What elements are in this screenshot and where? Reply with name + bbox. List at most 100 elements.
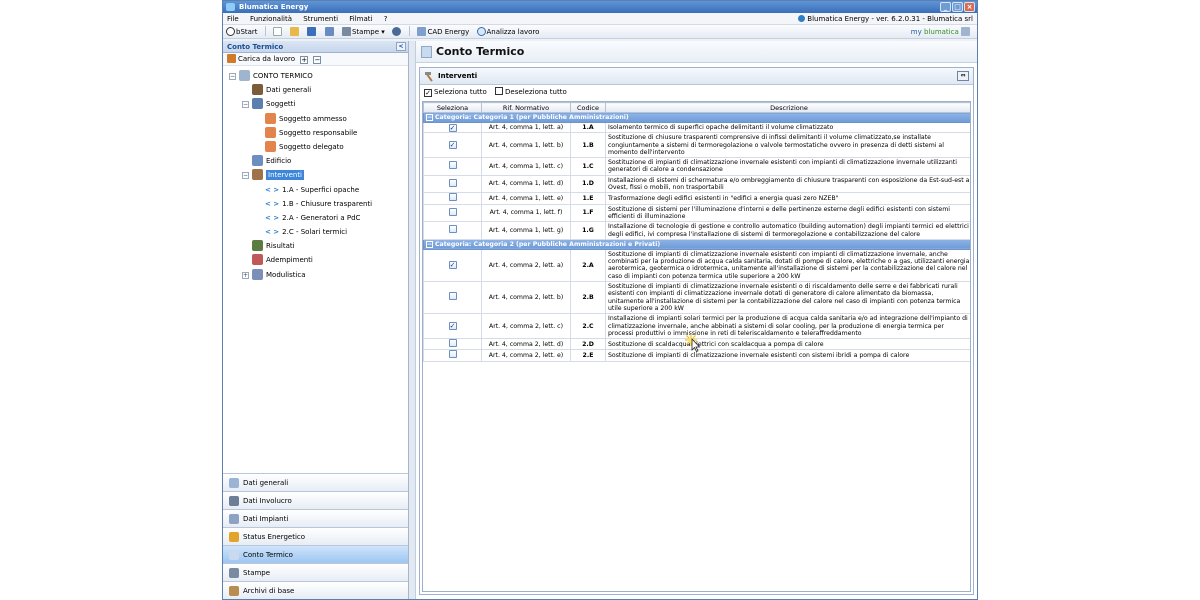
deselect-all-button[interactable]: Deseleziona tutto bbox=[495, 85, 567, 99]
tree-node-soggetti[interactable]: − Soggetti bbox=[223, 97, 408, 111]
tree-node-soggetto-responsabile[interactable]: Soggetto responsabile bbox=[223, 126, 408, 140]
tree-node-1-b-chiusure-trasparenti[interactable]: < >1.B - Chiusure trasparenti bbox=[223, 197, 408, 211]
tree-node-label: Adempimenti bbox=[266, 256, 313, 265]
nav-dati-involucro[interactable]: Dati Involucro bbox=[223, 491, 408, 509]
nav-status-energetico[interactable]: Status Energetico bbox=[223, 527, 408, 545]
analizza-lavoro-button[interactable]: Analizza lavoro bbox=[476, 25, 539, 39]
category-cell: − Categoria: Categoria 2 (per Pubbliche A… bbox=[423, 238, 970, 250]
tree-node-soggetto-delegato[interactable]: Soggetto delegato bbox=[223, 140, 408, 154]
column-header-seleziona[interactable]: Seleziona bbox=[423, 102, 482, 113]
intervento-row[interactable]: Art. 4, comma 2, lett. d) 2.D Sostituzione… bbox=[423, 338, 970, 351]
select-checkbox[interactable] bbox=[448, 161, 457, 170]
cad-icon bbox=[417, 27, 427, 36]
menu-funzionalita[interactable]: Funzionalità bbox=[250, 13, 292, 25]
tree-node-edificio[interactable]: Edificio bbox=[223, 154, 408, 168]
cad-energy-button[interactable]: CAD Energy bbox=[417, 25, 469, 39]
hammer-icon bbox=[252, 169, 263, 181]
collapse-panel-button[interactable]: < bbox=[396, 42, 406, 51]
column-header-codice[interactable]: Codice bbox=[570, 102, 606, 113]
select-checkbox[interactable]: ✓ bbox=[448, 322, 457, 331]
myblumatica-link[interactable]: my blumatica bbox=[911, 25, 971, 39]
category-row[interactable]: − Categoria: Categoria 1 (per Pubbliche A… bbox=[423, 112, 970, 123]
archive-icon bbox=[229, 586, 239, 596]
select-checkbox[interactable] bbox=[448, 193, 457, 202]
menu-help[interactable]: ? bbox=[384, 13, 388, 25]
descrizione-cell: Sostituzione di impianti di climatizzazi… bbox=[605, 248, 970, 283]
select-cell bbox=[423, 157, 482, 176]
maximize-button[interactable]: □ bbox=[952, 2, 963, 12]
select-checkbox[interactable]: ✓ bbox=[448, 123, 457, 132]
bstart-button[interactable]: bStart bbox=[226, 25, 258, 39]
menu-file[interactable]: File bbox=[227, 13, 239, 25]
intervento-row[interactable]: Art. 4, comma 1, lett. g) 1.G Installazion… bbox=[423, 221, 970, 240]
intervento-row[interactable]: Art. 4, comma 1, lett. e) 1.E Trasformazio… bbox=[423, 192, 970, 205]
intervento-row[interactable]: ✓ Art. 4, comma 1, lett. a) 1.A Isolamento … bbox=[423, 121, 970, 134]
nav-label: Conto Termico bbox=[243, 551, 293, 559]
intervento-row[interactable]: ✓ Art. 4, comma 2, lett. a) 2.A Sostituzion… bbox=[423, 248, 970, 283]
app-title: Blumatica Energy bbox=[239, 3, 309, 11]
tree-node-label: Soggetti bbox=[266, 100, 296, 109]
select-checkbox[interactable] bbox=[448, 339, 457, 348]
open-button[interactable] bbox=[290, 25, 300, 39]
column-header-descrizione[interactable]: Descrizione bbox=[605, 102, 970, 113]
intervento-row[interactable]: ✓ Art. 4, comma 1, lett. b) 1.B Sostituzion… bbox=[423, 132, 970, 159]
selection-toolbar: ✓ Seleziona tutto Deseleziona tutto bbox=[420, 85, 973, 99]
close-button[interactable]: × bbox=[964, 2, 975, 12]
rif-normativo-cell: Art. 4, comma 2, lett. b) bbox=[481, 281, 571, 315]
tree-node-2-a-generatori-a-pdc[interactable]: < >2.A - Generatori a PdC bbox=[223, 211, 408, 225]
stampe-button[interactable]: Stampe ▾ bbox=[341, 25, 385, 39]
select-checkbox[interactable] bbox=[448, 225, 457, 234]
folder-icon bbox=[290, 27, 300, 36]
new-button[interactable] bbox=[273, 25, 283, 39]
tree-node-2-c-solari-termici[interactable]: < >2.C - Solari termici bbox=[223, 225, 408, 239]
select-checkbox[interactable]: ✓ bbox=[448, 141, 457, 150]
column-header-rif-normativo[interactable]: Rif. Normativo bbox=[481, 102, 571, 113]
save-as-button[interactable] bbox=[324, 25, 335, 39]
select-checkbox[interactable] bbox=[448, 207, 457, 216]
settings-button[interactable] bbox=[391, 25, 402, 39]
select-all-button[interactable]: ✓ Seleziona tutto bbox=[424, 85, 487, 99]
tree-node-adempimenti[interactable]: Adempimenti bbox=[223, 253, 408, 267]
save-button[interactable] bbox=[307, 25, 317, 39]
tree-node-1-a-superfici-opache[interactable]: < >1.A - Superfici opache bbox=[223, 183, 408, 197]
category-row[interactable]: − Categoria: Categoria 2 (per Pubbliche A… bbox=[423, 238, 970, 250]
collapse-toggle-icon[interactable]: − bbox=[242, 101, 249, 109]
select-checkbox[interactable]: ✓ bbox=[448, 261, 457, 270]
intervento-row[interactable]: Art. 4, comma 1, lett. c) 1.C Sostituzione… bbox=[423, 157, 970, 176]
collapse-group-icon[interactable]: − bbox=[426, 240, 433, 248]
select-checkbox[interactable] bbox=[448, 178, 457, 187]
intervento-row[interactable]: ✓ Art. 4, comma 2, lett. c) 2.C Installazio… bbox=[423, 313, 970, 340]
carica-da-lavoro-button[interactable]: Carica da lavoro bbox=[238, 55, 295, 63]
tree-node-modulistica[interactable]: + Modulistica bbox=[223, 268, 408, 282]
results-icon bbox=[252, 240, 263, 252]
intervento-row[interactable]: Art. 4, comma 1, lett. d) 1.D Installazion… bbox=[423, 174, 970, 194]
collapse-all-button[interactable]: − bbox=[313, 56, 322, 64]
tree-node-interventi[interactable]: − Interventi bbox=[223, 168, 408, 182]
export-button[interactable]: ⇔ bbox=[957, 71, 969, 81]
tree-node-conto-termico[interactable]: − CONTO TERMICO bbox=[223, 69, 408, 83]
collapse-toggle-icon[interactable]: − bbox=[242, 172, 249, 180]
expand-toggle-icon[interactable]: + bbox=[242, 271, 249, 279]
nav-archivi-di-base[interactable]: Archivi di base bbox=[223, 581, 408, 599]
nav-conto-termico[interactable]: Conto Termico bbox=[223, 545, 408, 563]
collapse-toggle-icon[interactable]: − bbox=[229, 73, 236, 80]
tree-node-label: Interventi bbox=[266, 170, 305, 181]
nav-stampe[interactable]: Stampe bbox=[223, 563, 408, 581]
intervento-row[interactable]: Art. 4, comma 1, lett. f) 1.F Sostituzione… bbox=[423, 203, 970, 223]
tree-node-soggetto-ammesso[interactable]: Soggetto ammesso bbox=[223, 112, 408, 126]
intervento-row[interactable]: Art. 4, comma 2, lett. e) 2.E Sostituzione… bbox=[423, 349, 970, 362]
tree-node-risultati[interactable]: Risultati bbox=[223, 239, 408, 253]
select-checkbox[interactable] bbox=[448, 292, 457, 301]
nav-dati-impianti[interactable]: Dati Impianti bbox=[223, 509, 408, 527]
collapse-group-icon[interactable]: − bbox=[426, 113, 433, 121]
expand-all-button[interactable]: + bbox=[300, 56, 309, 64]
menu-filmati[interactable]: Filmati bbox=[349, 13, 372, 25]
select-cell bbox=[423, 203, 482, 223]
menu-strumenti[interactable]: Strumenti bbox=[303, 13, 338, 25]
tree-node-dati-generali[interactable]: Dati generali bbox=[223, 83, 408, 97]
nav-dati-generali[interactable]: Dati generali bbox=[223, 473, 408, 491]
minimize-button[interactable]: _ bbox=[940, 2, 951, 12]
intervento-row[interactable]: Art. 4, comma 2, lett. b) 2.B Sostituzione… bbox=[423, 281, 970, 315]
select-checkbox[interactable] bbox=[448, 350, 457, 359]
document-icon bbox=[239, 70, 250, 81]
